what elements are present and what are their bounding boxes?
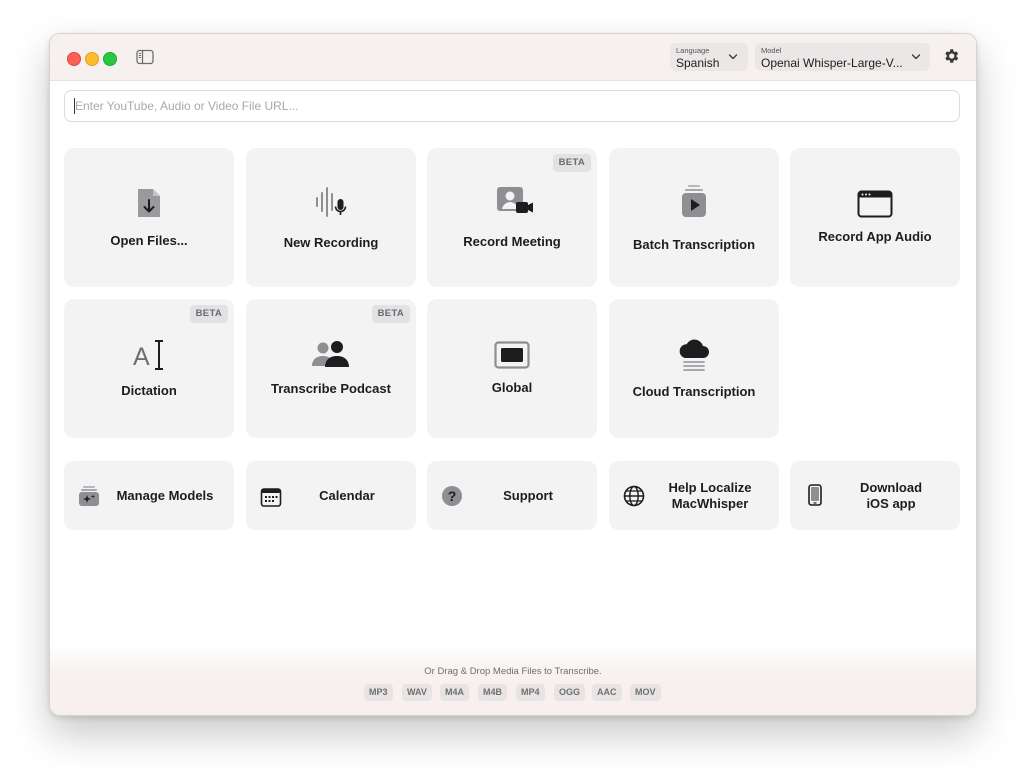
format-list: MP3 WAV M4A M4B MP4 OGG AAC MOV [364, 684, 664, 702]
meeting-video-icon [497, 187, 533, 213]
help-localize-line1: Help Localize [668, 480, 752, 495]
text-cursor-icon: A [133, 340, 163, 371]
gear-icon[interactable] [942, 47, 960, 65]
stacked-play-icon [682, 185, 706, 217]
new-recording-button[interactable]: New Recording [246, 148, 416, 287]
drop-instructions: Or Drag & Drop Media Files to Transcribe… [424, 666, 602, 677]
cloud-transcription-button[interactable]: Cloud Transcription [609, 299, 779, 438]
svg-text:?: ? [448, 488, 457, 504]
title-bar: Language Spanish Model Openai Whisper-La… [50, 34, 976, 81]
drop-zone[interactable] [50, 644, 976, 715]
format-tag: M4B [478, 684, 508, 701]
global-button[interactable]: Global [427, 299, 597, 438]
manage-models-button[interactable]: Manage Models [64, 461, 234, 530]
help-localize-button[interactable]: Help Localize MacWhisper [609, 461, 779, 530]
close-window-button[interactable] [67, 52, 81, 66]
record-meeting-label: Record Meeting [463, 234, 561, 249]
transcribe-podcast-button[interactable]: BETA Transcribe Podcast [246, 299, 416, 438]
global-label: Global [491, 380, 533, 395]
chevron-down-icon [728, 54, 738, 60]
url-input[interactable] [64, 90, 960, 122]
format-tag: AAC [592, 684, 622, 701]
cloud-transcription-label: Cloud Transcription [632, 384, 756, 399]
dictation-button[interactable]: BETA A Dictation [64, 299, 234, 438]
calendar-icon [260, 488, 282, 507]
new-recording-label: New Recording [283, 235, 379, 250]
batch-transcription-label: Batch Transcription [632, 237, 756, 252]
download-ios-line1: Download [859, 480, 923, 495]
open-files-button[interactable]: Open Files... [64, 148, 234, 287]
people-icon [312, 341, 349, 367]
format-tag: M4A [440, 684, 470, 701]
beta-badge: BETA [371, 305, 410, 323]
model-picker[interactable]: Model Openai Whisper-Large-V... [755, 43, 930, 71]
batch-transcription-button[interactable]: Batch Transcription [609, 148, 779, 287]
zoom-window-button[interactable] [103, 52, 117, 66]
download-ios-app-button[interactable]: Download iOS app [790, 461, 960, 530]
calendar-button[interactable]: Calendar [246, 461, 416, 530]
support-button[interactable]: ? Support [427, 461, 597, 530]
transcribe-podcast-label: Transcribe Podcast [271, 381, 391, 396]
phone-icon [808, 484, 822, 506]
model-label: Model [761, 46, 782, 55]
language-value: Spanish [676, 56, 720, 70]
dictation-label: Dictation [121, 383, 177, 398]
record-app-audio-button[interactable]: Record App Audio [790, 148, 960, 287]
format-tag: MP4 [516, 684, 545, 701]
sparkle-box-icon [79, 486, 99, 506]
support-label: Support [503, 488, 553, 503]
format-tag: MP3 [364, 684, 393, 701]
language-picker[interactable]: Language Spanish [670, 43, 748, 71]
app-window-icon [857, 190, 893, 218]
question-icon: ? [442, 486, 462, 506]
manage-models-label: Manage Models [116, 488, 214, 503]
help-localize-line2: MacWhisper [671, 496, 749, 511]
sidebar-toggle-icon[interactable] [136, 49, 154, 65]
format-tag: OGG [554, 684, 586, 701]
text-caret [74, 98, 75, 114]
beta-badge: BETA [552, 154, 591, 172]
minimize-window-button[interactable] [85, 52, 99, 66]
record-app-audio-label: Record App Audio [818, 229, 932, 244]
chevron-down-icon [911, 54, 921, 60]
download-ios-line2: iOS app [866, 496, 916, 511]
beta-badge: BETA [189, 305, 228, 323]
format-tag: WAV [402, 684, 432, 701]
svg-text:A: A [133, 343, 150, 371]
file-download-icon [138, 189, 160, 217]
waveform-mic-icon [316, 187, 347, 217]
cloud-icon [679, 339, 709, 371]
calendar-label: Calendar [319, 488, 375, 503]
open-files-label: Open Files... [110, 233, 188, 248]
globe-icon [623, 485, 645, 507]
screen-icon [494, 341, 530, 369]
record-meeting-button[interactable]: BETA Record Meeting [427, 148, 597, 287]
language-label: Language [676, 46, 710, 55]
app-window: Language Spanish Model Openai Whisper-La… [49, 33, 977, 716]
model-value: Openai Whisper-Large-V... [761, 56, 903, 70]
format-tag: MOV [630, 684, 661, 701]
